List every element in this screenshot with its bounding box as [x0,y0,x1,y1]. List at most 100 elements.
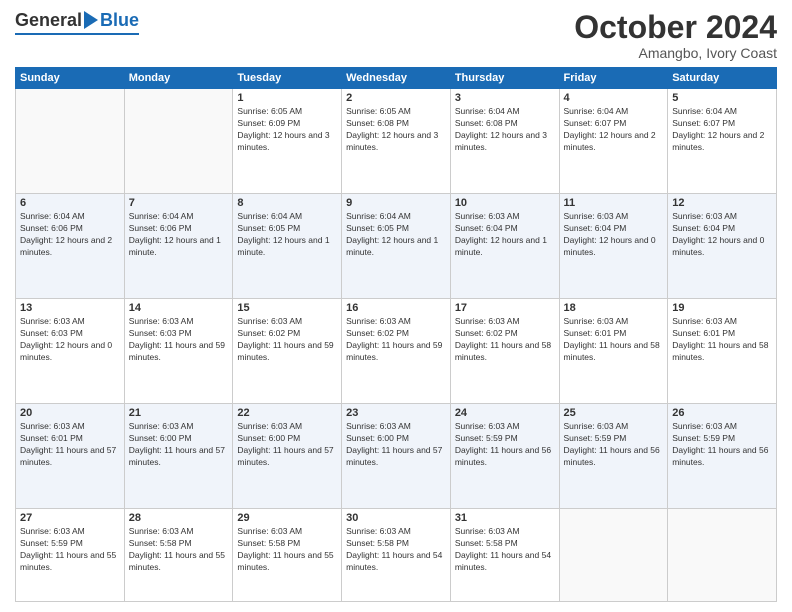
table-row: 21Sunrise: 6:03 AMSunset: 6:00 PMDayligh… [124,404,233,509]
col-monday: Monday [124,68,233,89]
day-info: Sunrise: 6:03 AMSunset: 6:00 PMDaylight:… [237,421,337,469]
table-row: 30 Sunrise: 6:03 AMSunset: 5:58 PMDayligh… [342,508,451,601]
logo-divider [15,33,139,35]
day-number: 12 [672,197,772,209]
day-info: Sunrise: 6:03 AMSunset: 5:58 PMDaylight:… [237,526,337,574]
day-number: 31 [455,512,555,524]
day-info: Sunrise: 6:04 AMSunset: 6:07 PMDaylight:… [672,106,772,154]
logo-text: General Blue [15,10,139,31]
location-title: Amangbo, Ivory Coast [574,45,777,61]
day-number: 16 [346,302,446,314]
calendar-week-row: 13 Sunrise: 6:03 AMSunset: 6:03 PMDayligh… [16,299,777,404]
day-number: 7 [129,197,229,209]
header: General Blue October 2024 Amangbo, Ivory… [15,10,777,61]
table-row: 1Sunrise: 6:05 AMSunset: 6:09 PMDaylight… [233,89,342,194]
day-number: 5 [672,92,772,104]
table-row: 8Sunrise: 6:04 AMSunset: 6:05 PMDaylight… [233,194,342,299]
day-number: 1 [237,92,337,104]
day-number: 4 [564,92,664,104]
table-row: 7 Sunrise: 6:04 AMSunset: 6:06 PMDaylight… [124,194,233,299]
table-row: 15Sunrise: 6:03 AMSunset: 6:02 PMDayligh… [233,299,342,404]
day-info: Sunrise: 6:03 AMSunset: 6:04 PMDaylight:… [564,211,664,259]
day-info: Sunrise: 6:03 AMSunset: 6:03 PMDaylight:… [20,316,120,364]
table-row: 4 Sunrise: 6:04 AMSunset: 6:07 PMDaylight… [559,89,668,194]
day-info: Sunrise: 6:03 AMSunset: 6:00 PMDaylight:… [129,421,229,469]
calendar-table: Sunday Monday Tuesday Wednesday Thursday… [15,67,777,602]
logo-general: General [15,10,82,31]
day-number: 29 [237,512,337,524]
day-number: 27 [20,512,120,524]
day-number: 26 [672,407,772,419]
day-info: Sunrise: 6:03 AMSunset: 6:01 PMDaylight:… [20,421,120,469]
day-number: 2 [346,92,446,104]
day-info: Sunrise: 6:04 AMSunset: 6:06 PMDaylight:… [20,211,120,259]
table-row [559,508,668,601]
page: General Blue October 2024 Amangbo, Ivory… [0,0,792,612]
day-info: Sunrise: 6:03 AMSunset: 5:59 PMDaylight:… [564,421,664,469]
col-wednesday: Wednesday [342,68,451,89]
table-row: 26 Sunrise: 6:03 AMSunset: 5:59 PMDayligh… [668,404,777,509]
day-number: 14 [129,302,229,314]
day-info: Sunrise: 6:04 AMSunset: 6:06 PMDaylight:… [129,211,229,259]
day-number: 10 [455,197,555,209]
table-row [16,89,125,194]
calendar-week-row: 6 Sunrise: 6:04 AMSunset: 6:06 PMDaylight… [16,194,777,299]
day-info: Sunrise: 6:04 AMSunset: 6:07 PMDaylight:… [564,106,664,154]
day-info: Sunrise: 6:03 AMSunset: 5:59 PMDaylight:… [20,526,120,574]
table-row: 23 Sunrise: 6:03 AMSunset: 6:00 PMDayligh… [342,404,451,509]
table-row: 14 Sunrise: 6:03 AMSunset: 6:03 PMDayligh… [124,299,233,404]
title-section: October 2024 Amangbo, Ivory Coast [574,10,777,61]
table-row: 13 Sunrise: 6:03 AMSunset: 6:03 PMDayligh… [16,299,125,404]
day-info: Sunrise: 6:03 AMSunset: 6:02 PMDaylight:… [237,316,337,364]
day-info: Sunrise: 6:03 AMSunset: 6:02 PMDaylight:… [455,316,555,364]
table-row [124,89,233,194]
day-info: Sunrise: 6:03 AMSunset: 5:58 PMDaylight:… [129,526,229,574]
table-row: 10Sunrise: 6:03 AMSunset: 6:04 PMDayligh… [450,194,559,299]
day-number: 3 [455,92,555,104]
table-row: 22 Sunrise: 6:03 AMSunset: 6:00 PMDayligh… [233,404,342,509]
table-row: 19Sunrise: 6:03 AMSunset: 6:01 PMDayligh… [668,299,777,404]
day-info: Sunrise: 6:03 AMSunset: 5:59 PMDaylight:… [672,421,772,469]
day-info: Sunrise: 6:04 AMSunset: 6:05 PMDaylight:… [346,211,446,259]
table-row: 17 Sunrise: 6:03 AMSunset: 6:02 PMDayligh… [450,299,559,404]
day-number: 23 [346,407,446,419]
day-number: 22 [237,407,337,419]
day-number: 18 [564,302,664,314]
table-row: 31Sunrise: 6:03 AMSunset: 5:58 PMDayligh… [450,508,559,601]
table-row: 18 Sunrise: 6:03 AMSunset: 6:01 PMDayligh… [559,299,668,404]
table-row: 24 Sunrise: 6:03 AMSunset: 5:59 PMDayligh… [450,404,559,509]
table-row: 2Sunrise: 6:05 AMSunset: 6:08 PMDaylight… [342,89,451,194]
col-tuesday: Tuesday [233,68,342,89]
day-number: 9 [346,197,446,209]
logo-blue: Blue [100,10,139,31]
col-friday: Friday [559,68,668,89]
day-info: Sunrise: 6:03 AMSunset: 6:00 PMDaylight:… [346,421,446,469]
calendar-week-row: 27 Sunrise: 6:03 AMSunset: 5:59 PMDayligh… [16,508,777,601]
table-row: 11 Sunrise: 6:03 AMSunset: 6:04 PMDayligh… [559,194,668,299]
table-row: 6 Sunrise: 6:04 AMSunset: 6:06 PMDaylight… [16,194,125,299]
table-row: 12Sunrise: 6:03 AMSunset: 6:04 PMDayligh… [668,194,777,299]
day-number: 8 [237,197,337,209]
logo: General Blue [15,10,139,35]
day-info: Sunrise: 6:03 AMSunset: 6:02 PMDaylight:… [346,316,446,364]
month-title: October 2024 [574,10,777,45]
table-row: 16 Sunrise: 6:03 AMSunset: 6:02 PMDayligh… [342,299,451,404]
day-number: 11 [564,197,664,209]
day-info: Sunrise: 6:03 AMSunset: 6:01 PMDaylight:… [564,316,664,364]
table-row: 3 Sunrise: 6:04 AMSunset: 6:08 PMDaylight… [450,89,559,194]
calendar-week-row: 1Sunrise: 6:05 AMSunset: 6:09 PMDaylight… [16,89,777,194]
logo-icon [84,11,98,29]
day-info: Sunrise: 6:03 AMSunset: 5:59 PMDaylight:… [455,421,555,469]
table-row: 28Sunrise: 6:03 AMSunset: 5:58 PMDayligh… [124,508,233,601]
table-row: 5 Sunrise: 6:04 AMSunset: 6:07 PMDaylight… [668,89,777,194]
day-number: 13 [20,302,120,314]
day-number: 6 [20,197,120,209]
table-row: 20Sunrise: 6:03 AMSunset: 6:01 PMDayligh… [16,404,125,509]
day-number: 30 [346,512,446,524]
day-number: 24 [455,407,555,419]
day-number: 17 [455,302,555,314]
day-number: 19 [672,302,772,314]
day-info: Sunrise: 6:03 AMSunset: 5:58 PMDaylight:… [346,526,446,574]
day-info: Sunrise: 6:03 AMSunset: 6:03 PMDaylight:… [129,316,229,364]
day-info: Sunrise: 6:04 AMSunset: 6:08 PMDaylight:… [455,106,555,154]
